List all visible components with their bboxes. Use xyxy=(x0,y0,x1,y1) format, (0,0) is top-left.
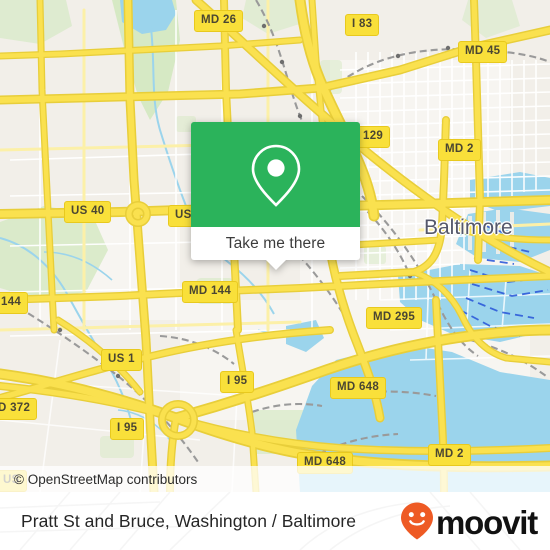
road-shield: MD 648 xyxy=(330,377,387,399)
station-title: Pratt St and Bruce, Washington / Baltimo… xyxy=(21,510,357,531)
road-shield: US 40 xyxy=(64,201,112,223)
footer-bar: Pratt St and Bruce, Washington / Baltimo… xyxy=(0,492,550,550)
take-me-there-label: Take me there xyxy=(225,234,326,252)
road-shield: MD 295 xyxy=(366,307,423,329)
road-shield: I 95 xyxy=(110,418,145,440)
osm-attribution-text[interactable]: © OpenStreetMap contributors xyxy=(0,472,197,487)
road-shield: MD 26 xyxy=(194,10,244,32)
location-popup-card[interactable]: Take me there xyxy=(191,122,360,270)
moovit-station-map-screen: MD 26 I 83 MD 45 129 MD 2 US 40 US 144 M… xyxy=(0,0,550,550)
map-pin-icon xyxy=(251,144,300,207)
moovit-logo[interactable]: moovit xyxy=(399,501,538,541)
popup-action-area[interactable]: Take me there xyxy=(191,227,360,270)
road-shield: I 83 xyxy=(345,14,380,36)
road-shield: I 95 xyxy=(220,371,255,393)
city-label-baltimore: Baltimore xyxy=(424,216,513,239)
popup-icon-area xyxy=(191,122,360,227)
road-shield: MD 2 xyxy=(438,139,481,161)
road-shield: D 372 xyxy=(0,398,38,420)
road-shield: MD 144 xyxy=(182,281,239,303)
road-shield: MD 2 xyxy=(428,444,471,466)
moovit-pin-smile-icon xyxy=(401,502,434,540)
map-attribution-bar: © OpenStreetMap contributors xyxy=(0,466,550,492)
moovit-wordmark: moovit xyxy=(436,503,538,541)
road-shield: 129 xyxy=(356,126,391,148)
road-shield: MD 45 xyxy=(458,41,508,63)
road-shield: 144 xyxy=(0,292,29,314)
map-canvas[interactable]: MD 26 I 83 MD 45 129 MD 2 US 40 US 144 M… xyxy=(0,0,550,492)
road-shield: US 1 xyxy=(101,349,142,371)
popup-pointer-tail xyxy=(264,259,287,270)
